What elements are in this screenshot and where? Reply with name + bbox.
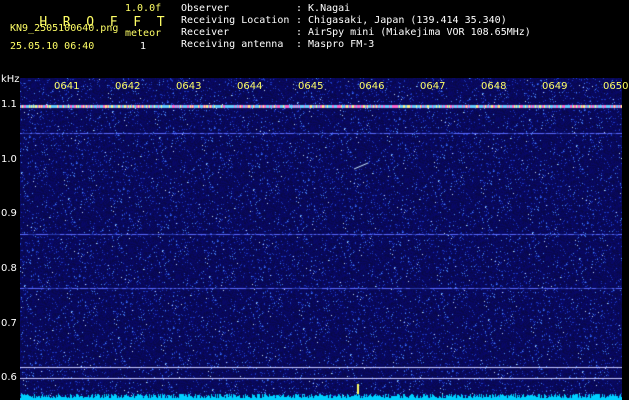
meteor-label: meteor [125,28,162,39]
receiver-value: : AirSpy mini (Miakejima VOR 108.65MHz) [296,27,531,38]
x-tick-label: 0642 [115,81,141,92]
antenna-label: Receiving antenna [181,39,284,50]
x-tick-label: 0648 [481,81,507,92]
x-tick-label: 0647 [420,81,446,92]
y-tick-label: 0.7 [1,317,17,329]
observer-label: Observer [181,3,230,14]
y-axis-unit: kHz [1,74,20,85]
receiver-label: Receiver [181,27,230,38]
spectrogram-canvas [20,78,622,400]
x-tick-label: 0650 [603,81,629,92]
version-label: 1.0.0f [125,3,162,14]
y-tick-label: 0.9 [1,208,17,220]
header-panel: H R O F F T 1.0.0f KN9_2505100640.png me… [0,0,629,75]
y-tick-label: 0.6 [1,372,17,384]
antenna-value: : Maspro FM-3 [296,39,375,50]
y-tick-label: 1.0 [1,153,17,165]
filename-label: KN9_2505100640.png [10,23,119,34]
location-label: Receiving Location [181,15,290,26]
meteor-count: 1 [140,41,147,52]
x-tick-label: 0646 [359,81,385,92]
y-tick-label: 1.1 [1,99,17,111]
x-tick-label: 0644 [237,81,263,92]
y-tick-label: 0.8 [1,263,17,275]
location-value: : Chigasaki, Japan (139.414 35.340) [296,15,507,26]
observer-value: : K.Nagai [296,3,351,14]
spectrogram-plot [20,78,622,400]
x-tick-label: 0645 [298,81,324,92]
x-tick-label: 0643 [176,81,202,92]
x-tick-label: 0641 [54,81,80,92]
x-tick-label: 0649 [542,81,568,92]
datetime-label: 25.05.10 06:40 [10,41,95,52]
